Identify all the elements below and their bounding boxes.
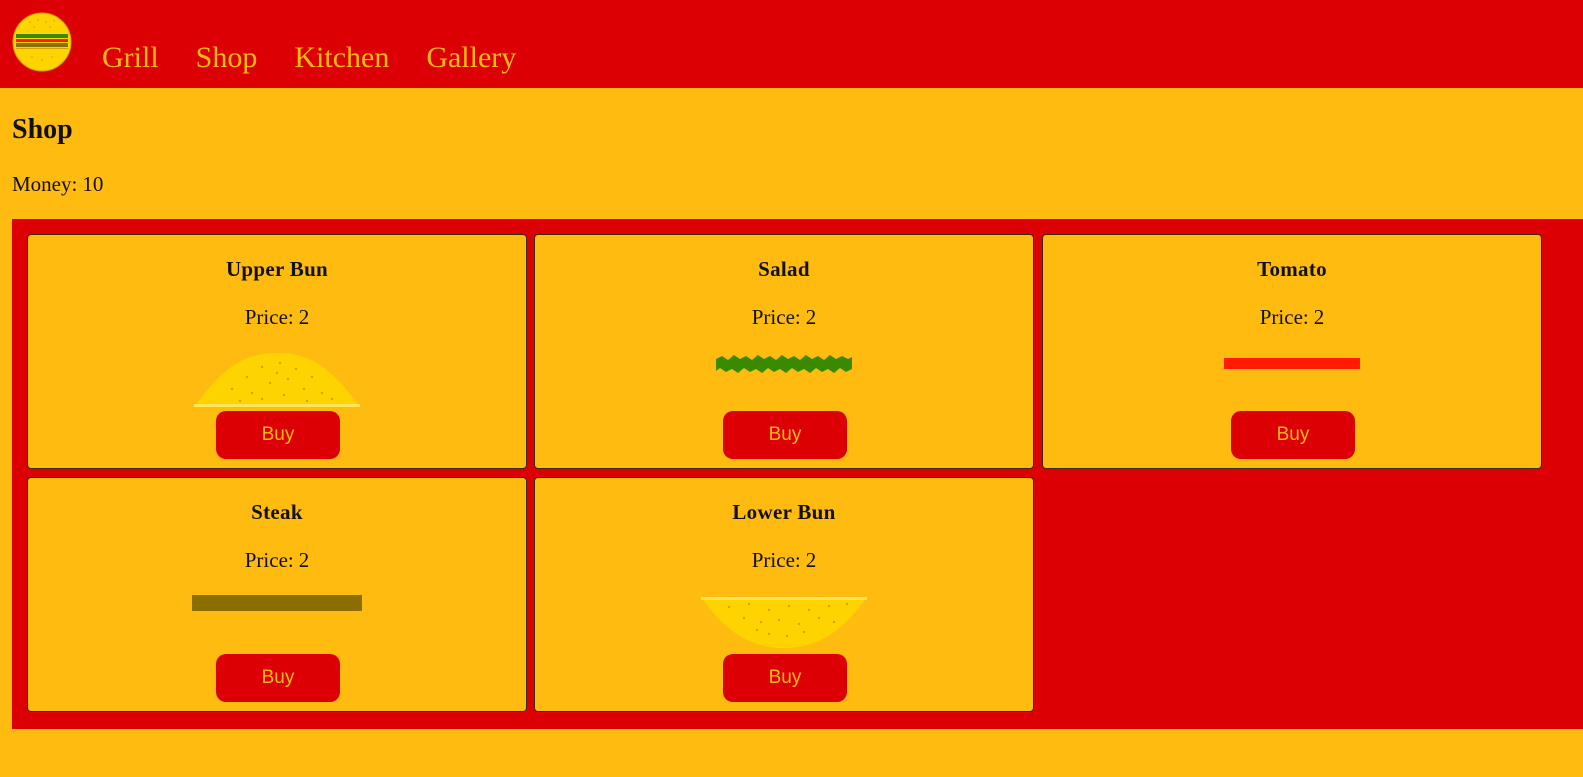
price-label: Price: xyxy=(751,305,801,329)
item-price: Price: 2 xyxy=(1043,304,1541,330)
shop-item-card-upper-bun: Upper Bun Price: 2 Buy xyxy=(27,234,527,469)
nav-link-gallery[interactable]: Gallery xyxy=(426,40,516,76)
item-price: Price: 2 xyxy=(28,547,526,573)
price-label: Price: xyxy=(1259,305,1309,329)
upper-bun-icon xyxy=(194,353,360,407)
buy-steak-button[interactable]: Buy xyxy=(216,654,340,702)
shop-item-card-steak: Steak Price: 2 Buy xyxy=(27,477,527,712)
page-title: Shop xyxy=(12,114,73,145)
item-price: Price: 2 xyxy=(535,547,1033,573)
shop-item-card-salad: Salad Price: 2 Buy xyxy=(534,234,1034,469)
price-value: 2 xyxy=(805,305,817,329)
buy-tomato-button[interactable]: Buy xyxy=(1231,411,1355,459)
price-label: Price: xyxy=(244,305,294,329)
money-display: Money: 10 xyxy=(12,171,103,197)
price-label: Price: xyxy=(751,548,801,572)
price-label: Price: xyxy=(244,548,294,572)
money-value: 10 xyxy=(82,172,104,196)
top-navigation-bar: Grill Shop Kitchen Gallery xyxy=(0,0,1583,88)
item-name: Salad xyxy=(758,257,810,281)
shop-items-panel: Upper Bun Price: 2 Buy Salad Price: 2 Bu… xyxy=(12,219,1583,729)
tomato-icon xyxy=(1224,358,1360,369)
item-name: Lower Bun xyxy=(732,500,836,524)
salad-icon xyxy=(716,355,852,373)
shop-item-card-lower-bun: Lower Bun Price: 2 Buy xyxy=(534,477,1034,712)
buy-lower-bun-button[interactable]: Buy xyxy=(723,654,847,702)
item-name: Tomato xyxy=(1257,257,1327,281)
buy-upper-bun-button[interactable]: Buy xyxy=(216,411,340,459)
lower-bun-icon xyxy=(701,597,867,648)
price-value: 2 xyxy=(1313,305,1325,329)
item-price: Price: 2 xyxy=(28,304,526,330)
price-value: 2 xyxy=(805,548,817,572)
buy-salad-button[interactable]: Buy xyxy=(723,411,847,459)
nav-link-grill[interactable]: Grill xyxy=(102,40,159,76)
price-value: 2 xyxy=(298,548,310,572)
item-name: Steak xyxy=(251,500,303,524)
money-label: Money: xyxy=(12,172,78,196)
main-nav: Grill Shop Kitchen Gallery xyxy=(102,40,553,76)
burger-logo-icon[interactable] xyxy=(12,12,72,72)
item-name: Upper Bun xyxy=(225,257,329,281)
steak-icon xyxy=(192,595,362,611)
nav-link-shop[interactable]: Shop xyxy=(196,40,258,76)
item-price: Price: 2 xyxy=(535,304,1033,330)
price-value: 2 xyxy=(298,305,310,329)
nav-link-kitchen[interactable]: Kitchen xyxy=(294,40,389,76)
shop-item-card-tomato: Tomato Price: 2 Buy xyxy=(1042,234,1542,469)
